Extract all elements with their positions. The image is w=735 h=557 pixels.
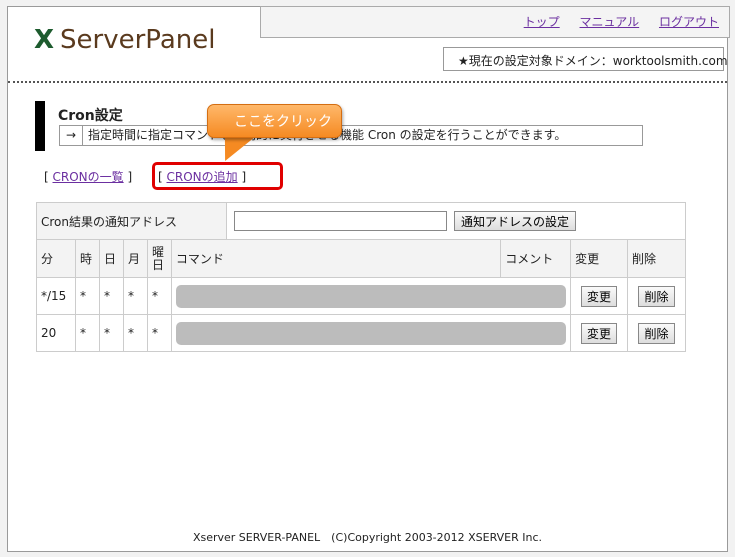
cell-weekday: * (146, 277, 172, 315)
cell-command-comment (170, 314, 572, 352)
notify-address-input[interactable] (234, 211, 447, 231)
page-frame: トップ マニュアル ログアウト X ServerPanel ★現在の設定対象ドメイ… (7, 6, 730, 552)
callout-pointer (217, 137, 255, 161)
link-manual[interactable]: マニュアル (580, 15, 640, 29)
notify-address-row: Cron結果の通知アドレス 通知アドレスの設定 (36, 202, 686, 240)
click-here-callout: ここをクリック (207, 104, 342, 138)
change-button[interactable]: 変更 (581, 285, 618, 307)
redacted-command-bar (175, 321, 567, 345)
change-button[interactable]: 変更 (581, 322, 618, 344)
delete-button[interactable]: 削除 (638, 322, 675, 344)
cell-minute: */15 (36, 277, 76, 315)
redacted-command-bar (175, 284, 567, 308)
table-row: */15 * * * * 変更 削除 (36, 277, 686, 315)
cron-table: 分 時 日 月 曜日 コマンド コメント 変更 削除 */15 * * * * … (36, 239, 686, 352)
link-logout[interactable]: ログアウト (659, 15, 719, 29)
col-minute: 分 (36, 239, 76, 278)
cell-command-comment (170, 277, 572, 315)
section-marker-bar (35, 101, 45, 151)
top-links: トップ マニュアル ログアウト (508, 13, 719, 30)
set-notify-address-button[interactable]: 通知アドレスの設定 (454, 211, 576, 231)
col-comment: コメント (500, 239, 572, 278)
cell-day: * (98, 277, 124, 315)
col-day: 日 (98, 239, 124, 278)
cell-hour: * (74, 314, 100, 352)
notify-address-label: Cron結果の通知アドレス (37, 203, 227, 239)
col-month: 月 (122, 239, 148, 278)
arrow-icon: → (60, 126, 83, 145)
col-weekday: 曜日 (146, 239, 172, 278)
table-header-row: 分 時 日 月 曜日 コマンド コメント 変更 削除 (36, 239, 686, 278)
logo-x-mark: X (34, 25, 55, 55)
cell-delete: 削除 (627, 277, 686, 315)
col-delete: 削除 (627, 239, 686, 278)
cell-month: * (122, 277, 148, 315)
table-row: 20 * * * * 変更 削除 (36, 314, 686, 352)
header-divider (8, 81, 727, 83)
cell-delete: 削除 (627, 314, 686, 352)
section-description: →指定時間に指定コマンドを自動的に実行させる機能 Cron の設定を行うことがで… (59, 125, 643, 146)
logo-text: ServerPanel (60, 25, 216, 55)
cron-nav: [ CRONの一覧 ] [ CRONの追加 ] (44, 162, 283, 190)
cron-add-link[interactable]: CRONの追加 (167, 170, 238, 184)
col-change: 変更 (570, 239, 628, 278)
cell-change: 変更 (570, 314, 628, 352)
cell-day: * (98, 314, 124, 352)
cell-weekday: * (146, 314, 172, 352)
cell-month: * (122, 314, 148, 352)
col-command: コマンド (170, 239, 502, 278)
link-top[interactable]: トップ (524, 15, 560, 29)
top-nav-bar: トップ マニュアル ログアウト (260, 6, 730, 38)
page-title: Cron設定 (58, 108, 123, 124)
cell-hour: * (74, 277, 100, 315)
footer-copyright: Xserver SERVER-PANEL (C)Copyright 2003-2… (192, 531, 543, 544)
cell-minute: 20 (36, 314, 76, 352)
serverpanel-logo: X ServerPanel (34, 25, 215, 55)
delete-button[interactable]: 削除 (638, 285, 675, 307)
current-domain-display: ★現在の設定対象ドメイン：worktoolsmith.com (443, 47, 728, 71)
col-hour: 時 (74, 239, 100, 278)
highlight-box: [ CRONの追加 ] (152, 162, 283, 190)
cron-list-link[interactable]: CRONの一覧 (53, 170, 124, 184)
cell-change: 変更 (570, 277, 628, 315)
